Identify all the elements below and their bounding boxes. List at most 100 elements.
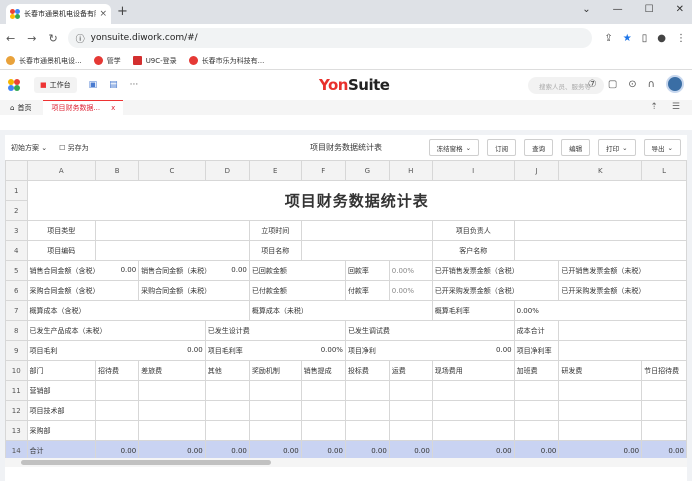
bookmark-item[interactable]: U9C-登录 [132,56,177,66]
column-header[interactable]: K [558,160,643,181]
value-cell[interactable] [300,400,346,421]
site-info-icon[interactable]: ⓘ [76,32,85,45]
corner-cell[interactable] [5,160,28,181]
row-number[interactable]: 12 [5,400,28,421]
row-number[interactable]: 6 [5,280,28,301]
value-cell[interactable] [513,400,560,421]
row-number[interactable]: 4 [5,240,28,261]
chevron-down-icon[interactable]: ⌄ [582,4,590,15]
close-window-icon[interactable]: ✕ [676,4,684,15]
value-cell[interactable] [641,400,687,421]
column-header[interactable]: I [431,160,515,181]
column-header[interactable]: J [513,160,560,181]
value-cell[interactable] [513,380,560,401]
bookmark-item[interactable]: 长春市通景机电设... [6,56,82,66]
column-header[interactable]: C [138,160,206,181]
value-cell[interactable] [641,420,687,441]
column-header[interactable]: B [95,160,140,181]
column-header[interactable]: D [204,160,250,181]
bookmark-item[interactable]: 长春市乐为科技有... [188,56,264,66]
value-cell[interactable] [95,420,140,441]
value-cell[interactable] [558,380,643,401]
forward-icon[interactable]: → [27,32,36,45]
value-cell[interactable] [300,220,433,241]
more-apps-icon[interactable]: ··· [130,80,139,90]
row-number[interactable]: 10 [5,360,28,381]
value-cell[interactable] [513,420,560,441]
sidebar-icon[interactable]: ▯ [642,33,648,44]
print-button[interactable]: 打印 ⌄ [598,139,636,156]
column-header[interactable]: H [388,160,433,181]
share-icon[interactable]: ⇪ [604,33,612,44]
scrollbar-thumb[interactable] [21,460,271,465]
value-cell[interactable] [431,420,515,441]
row-number[interactable]: 11 [5,380,28,401]
value-cell[interactable] [204,400,250,421]
spreadsheet-grid[interactable]: A B C D E F G H I J K L 1 项目财务数据统计表 2 3 … [5,160,687,458]
column-header[interactable]: A [26,160,97,181]
edit-button[interactable]: 编辑 [561,139,591,156]
value-cell[interactable] [204,380,250,401]
tab-home[interactable]: ⌂ 首页 [6,100,35,115]
value-cell[interactable] [248,380,302,401]
export-button[interactable]: 导出 ⌄ [643,139,681,156]
value-cell[interactable] [388,400,433,421]
profile-icon[interactable]: ● [657,33,666,44]
value-cell[interactable] [248,420,302,441]
column-header[interactable]: F [300,160,346,181]
value-cell[interactable] [138,420,206,441]
headset-icon[interactable]: ∩ [648,79,655,90]
url-field[interactable]: ⓘ yonsuite.diwork.com/#/ [67,28,593,48]
value-cell[interactable] [344,420,390,441]
bookmark-item[interactable]: 管学 [93,56,121,66]
close-icon[interactable]: x [111,104,115,112]
value-cell[interactable] [95,220,250,241]
value-cell[interactable] [388,420,433,441]
value-cell[interactable] [138,380,206,401]
row-number[interactable]: 9 [5,340,28,361]
value-cell[interactable] [344,400,390,421]
value-cell[interactable] [513,240,687,261]
value-cell[interactable] [558,400,643,421]
value-cell[interactable] [300,380,346,401]
app-icon[interactable]: ▣ [89,80,98,90]
star-icon[interactable]: ★ [623,33,632,44]
row-number[interactable]: 8 [5,320,28,341]
save-as-button[interactable]: ☐ 另存为 [59,143,89,153]
value-cell[interactable] [344,380,390,401]
row-number[interactable]: 2 [5,200,28,221]
workbench-button[interactable]: ■ 工作台 [34,77,77,93]
browser-tab[interactable]: 长春市通景机电设备有限公司 × [6,4,111,24]
message-icon[interactable]: ▢ [608,79,617,90]
value-cell[interactable] [204,420,250,441]
value-cell[interactable] [300,420,346,441]
value-cell[interactable] [138,400,206,421]
value-cell[interactable] [558,340,687,361]
reload-icon[interactable]: ↻ [48,32,57,45]
list-icon[interactable]: ☰ [672,102,680,112]
subscribe-button[interactable]: 订阅 [487,139,517,156]
value-cell[interactable] [513,220,687,241]
maximize-icon[interactable]: ☐ [645,4,654,15]
value-cell[interactable] [641,380,687,401]
value-cell[interactable] [95,240,250,261]
value-cell[interactable] [558,420,643,441]
new-tab-icon[interactable]: + [117,4,128,19]
value-cell[interactable] [558,320,687,341]
value-cell[interactable] [431,400,515,421]
value-cell[interactable] [95,380,140,401]
tab-report[interactable]: 项目财务数据... x [43,100,124,115]
value-cell[interactable] [388,380,433,401]
back-icon[interactable]: ← [6,32,15,45]
app-logo-icon[interactable] [8,79,20,91]
column-header[interactable]: L [641,160,687,181]
value-cell[interactable] [248,400,302,421]
close-tab-icon[interactable]: × [99,9,107,19]
row-number[interactable]: 13 [5,420,28,441]
horizontal-scrollbar[interactable] [5,458,687,467]
value-cell[interactable] [431,380,515,401]
scheme-select[interactable]: 初始方案 ⌄ [11,143,47,153]
notification-icon[interactable]: ⊙ [628,79,636,90]
avatar[interactable] [666,75,684,93]
menu-icon[interactable]: ⋮ [676,33,686,44]
